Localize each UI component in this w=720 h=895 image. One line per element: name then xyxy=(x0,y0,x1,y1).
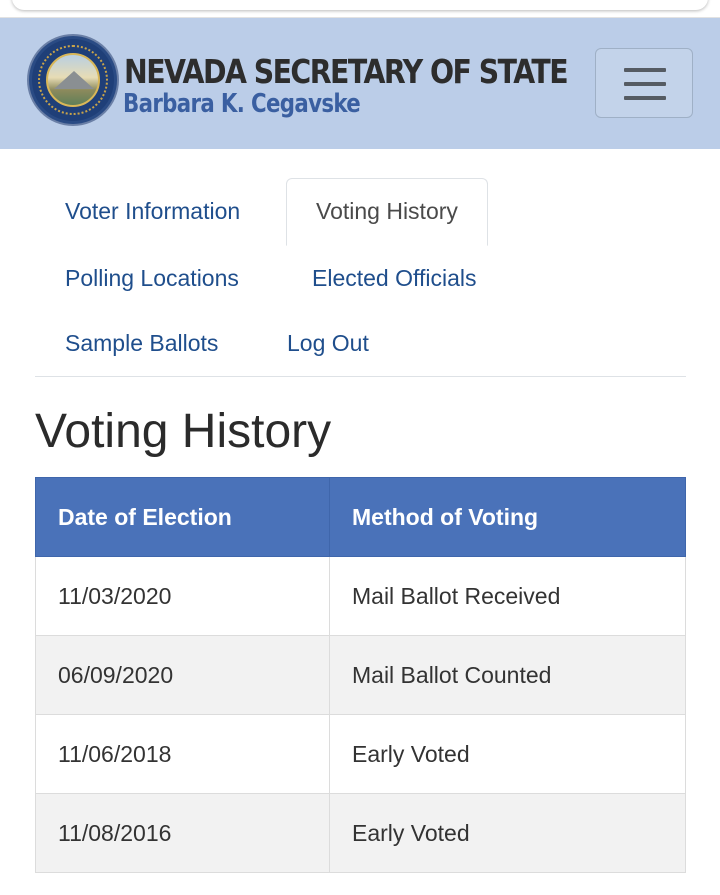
voting-method-cell: Mail Ballot Received xyxy=(329,556,686,636)
election-date-cell: 11/08/2016 xyxy=(35,793,330,873)
table-row: 11/03/2020 Mail Ballot Received xyxy=(35,556,686,636)
page-title: Voting History xyxy=(35,405,332,458)
column-header-method[interactable]: Method of Voting xyxy=(329,477,686,557)
election-date-cell: 11/03/2020 xyxy=(35,556,330,636)
voting-method-cell: Mail Ballot Counted xyxy=(329,635,686,715)
site-header: NEVADA SECRETARY OF STATE Barbara K. Ceg… xyxy=(0,18,720,149)
table-row: 11/08/2016 Early Voted xyxy=(35,793,686,873)
election-date-cell: 06/09/2020 xyxy=(35,635,330,715)
voting-method-cell: Early Voted xyxy=(329,714,686,794)
table-row: 06/09/2020 Mail Ballot Counted xyxy=(35,635,686,715)
column-header-date[interactable]: Date of Election xyxy=(35,477,330,557)
hamburger-menu-icon xyxy=(624,68,666,72)
hamburger-menu-button[interactable] xyxy=(595,48,693,118)
seal-mountain-icon xyxy=(54,71,94,89)
address-bar-edge xyxy=(12,0,708,10)
site-title[interactable]: NEVADA SECRETARY OF STATE xyxy=(124,52,569,91)
table-row: 11/06/2018 Early Voted xyxy=(35,714,686,794)
voter-nav-tabs: Voter Information Voting History Polling… xyxy=(35,178,686,377)
tab-voting-history[interactable]: Voting History xyxy=(286,178,488,246)
tab-polling-locations[interactable]: Polling Locations xyxy=(65,245,239,311)
election-date-cell: 11/06/2018 xyxy=(35,714,330,794)
seal-emblem xyxy=(46,53,100,107)
hamburger-menu-icon xyxy=(624,96,666,100)
voting-history-table: Date of Election Method of Voting 11/03/… xyxy=(35,477,686,873)
table-header-row: Date of Election Method of Voting xyxy=(35,477,686,557)
browser-top-strip xyxy=(0,0,720,18)
nevada-state-seal-icon[interactable] xyxy=(29,36,117,124)
voting-method-cell: Early Voted xyxy=(329,793,686,873)
tab-sample-ballots[interactable]: Sample Ballots xyxy=(65,310,218,376)
tab-elected-officials[interactable]: Elected Officials xyxy=(312,245,476,311)
tab-log-out[interactable]: Log Out xyxy=(287,310,369,376)
hamburger-menu-icon xyxy=(624,82,666,86)
site-subtitle: Barbara K. Cegavske xyxy=(123,89,361,119)
tab-voter-information[interactable]: Voter Information xyxy=(65,178,240,244)
